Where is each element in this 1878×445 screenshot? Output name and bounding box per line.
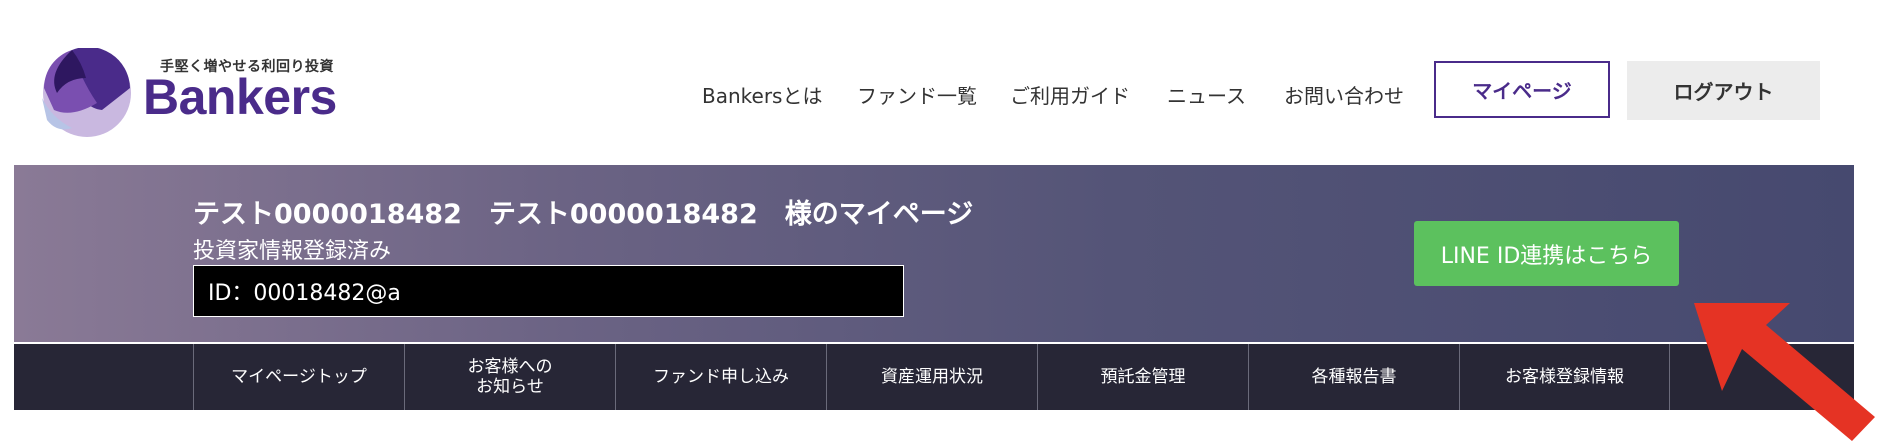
- nav-guide[interactable]: ご利用ガイド: [1010, 80, 1130, 109]
- tab-deposit-management[interactable]: 預託金管理: [1037, 344, 1248, 410]
- nav-news[interactable]: ニュース: [1167, 80, 1246, 109]
- tab-mypage-top[interactable]: マイページトップ: [193, 344, 404, 410]
- nav-fund-list[interactable]: ファンド一覧: [857, 80, 977, 109]
- logout-button[interactable]: ログアウト: [1627, 61, 1820, 120]
- nav-contact[interactable]: お問い合わせ: [1284, 80, 1404, 109]
- line-link-button[interactable]: LINE ID連携はこちら: [1414, 221, 1679, 286]
- investor-status: 投資家情報登録済み: [193, 239, 392, 264]
- tab-bar-spacer: [14, 344, 193, 410]
- logo-wordmark: Bankers: [143, 69, 337, 125]
- bankers-logo-icon: [42, 48, 131, 137]
- user-id-display: ID：00018482@a: [193, 265, 904, 317]
- tab-reports[interactable]: 各種報告書: [1248, 344, 1459, 410]
- tab-asset-status[interactable]: 資産運用状況: [826, 344, 1037, 410]
- mypage-button[interactable]: マイページ: [1434, 61, 1610, 118]
- mypage-tab-bar: マイページトップ お客様への お知らせ ファンド申し込み 資産運用状況 預託金管…: [14, 344, 1854, 410]
- mypage-banner: テスト0000018482 テスト0000018482 様のマイページ 投資家情…: [14, 165, 1854, 342]
- tab-fund-application[interactable]: ファンド申し込み: [615, 344, 826, 410]
- bankers-logo[interactable]: 手堅く増やせる利回り投資 Bankers: [42, 48, 362, 138]
- page-title: テスト0000018482 テスト0000018482 様のマイページ: [193, 199, 974, 230]
- tab-registration-info[interactable]: お客様登録情報: [1459, 344, 1670, 410]
- nav-about[interactable]: Bankersとは: [702, 80, 822, 109]
- red-arrow-icon: [1694, 303, 1875, 441]
- tab-notifications[interactable]: お客様への お知らせ: [404, 344, 615, 410]
- site-header: 手堅く増やせる利回り投資 Bankers Bankersとは ファンド一覧 ご利…: [0, 0, 1878, 165]
